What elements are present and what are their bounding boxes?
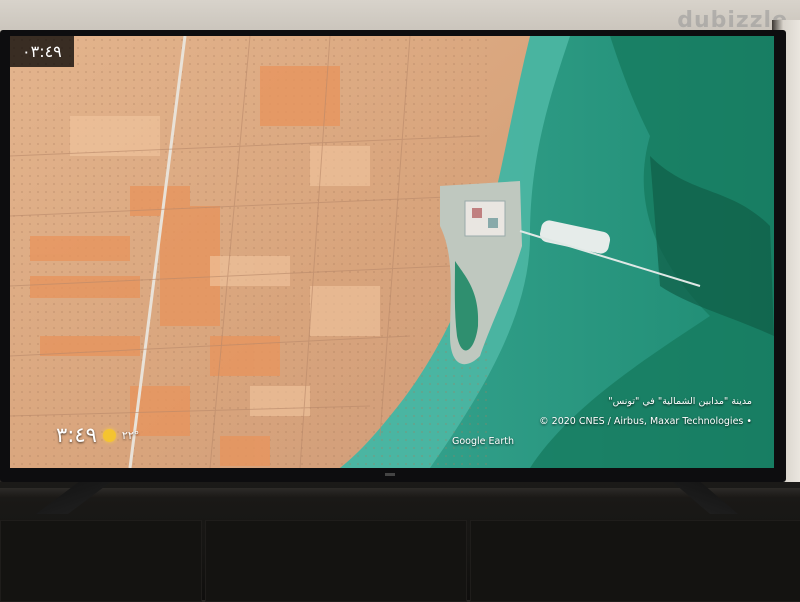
console-top bbox=[0, 488, 800, 498]
image-credits: مدينة "مدابين الشمالية" في "تونس" © 2020… bbox=[452, 392, 752, 452]
clock-badge: ٠٣:٤٩ bbox=[10, 36, 74, 67]
provider-text: Google Earth bbox=[452, 436, 514, 447]
ambient-time: ٣:٤٩ bbox=[56, 423, 97, 447]
temperature: ٢٢° bbox=[121, 428, 140, 442]
console-panel-right bbox=[470, 520, 800, 602]
console-panel-center bbox=[205, 520, 467, 602]
clock-badge-time: ٠٣:٤٩ bbox=[22, 42, 62, 61]
tv-brand-logo bbox=[385, 473, 395, 476]
weather-widget: ٣:٤٩ ٢٢° bbox=[56, 423, 139, 447]
location-caption: مدينة "مدابين الشمالية" في "تونس" bbox=[608, 396, 752, 407]
copyright-text: © 2020 CNES / Airbus, Maxar Technologies… bbox=[539, 416, 752, 427]
console-panel-left bbox=[0, 520, 202, 602]
sun-icon bbox=[102, 428, 116, 442]
